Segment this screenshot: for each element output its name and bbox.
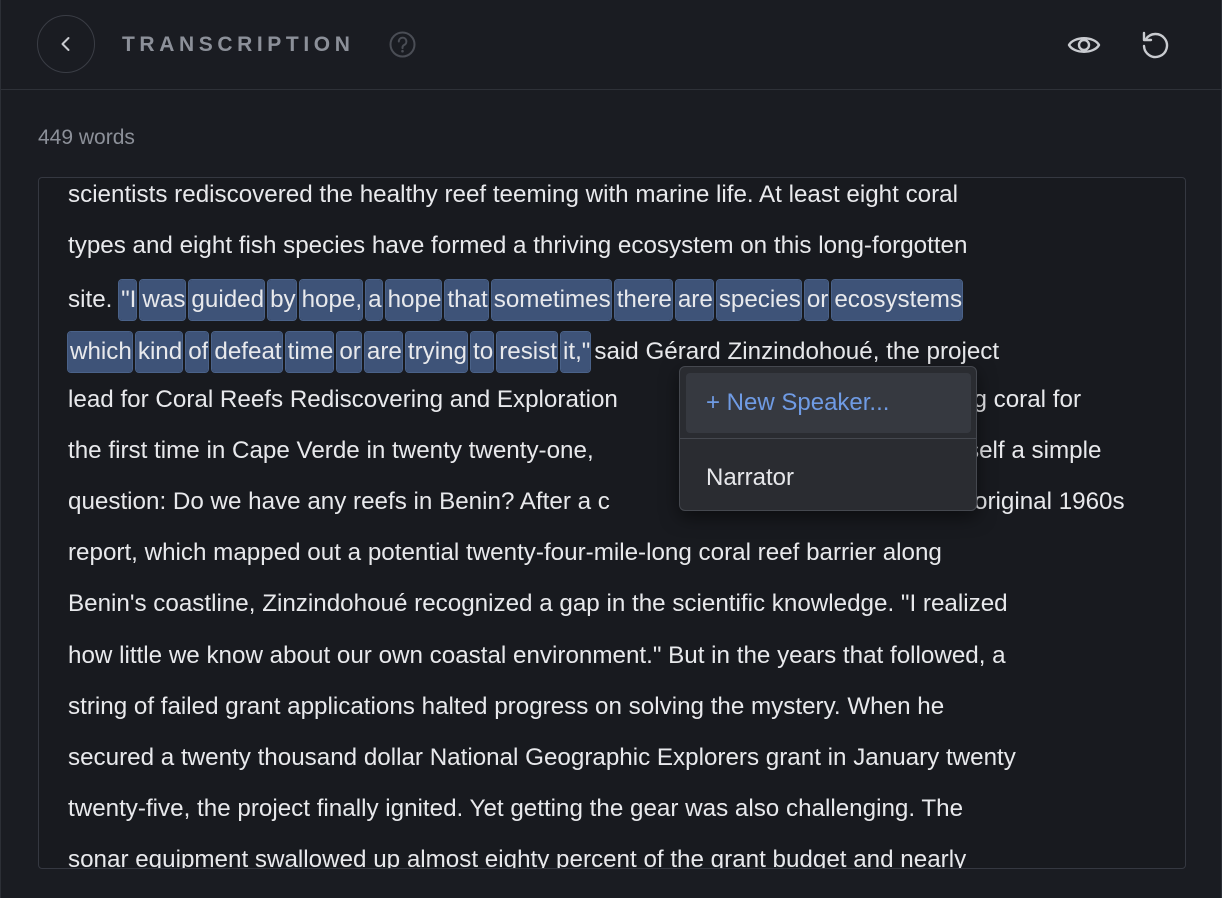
speaker-menu: + New Speaker... Narrator xyxy=(679,366,977,511)
text-fragment: the first time in Cape Verde in twenty t… xyxy=(68,437,594,464)
transcript-line: Benin's coastline, Zinzindohoué recogniz… xyxy=(68,590,1008,617)
selected-word[interactable]: are xyxy=(363,331,403,373)
selected-word[interactable]: kind xyxy=(134,331,184,373)
text-fragment: original 1960s xyxy=(974,488,1125,515)
selected-word[interactable]: or xyxy=(336,331,362,373)
selected-word[interactable]: ecosystems xyxy=(831,279,964,321)
help-icon[interactable] xyxy=(389,31,416,58)
transcript-line: secured a twenty thousand dollar Nationa… xyxy=(68,744,1016,771)
selected-word[interactable]: are xyxy=(674,279,714,321)
eye-icon[interactable] xyxy=(1066,30,1102,60)
selected-word[interactable]: hope xyxy=(384,279,443,321)
selected-word[interactable]: or xyxy=(803,279,830,321)
transcript-line: the first time in Cape Verde in twenty t… xyxy=(68,434,1101,485)
selected-text[interactable]: which kind of defeat time or are trying to resist… xyxy=(67,331,594,373)
transcript-line: string of failed grant applications halt… xyxy=(68,693,945,720)
text-fragment: question: Do we have any reefs in Benin?… xyxy=(68,488,610,515)
selected-word[interactable]: resist xyxy=(496,331,558,373)
selected-word[interactable]: it," xyxy=(559,331,592,373)
line-prefix: site. xyxy=(68,286,120,313)
selected-word[interactable]: "I xyxy=(118,279,138,321)
selected-word[interactable]: species xyxy=(715,279,802,321)
selected-word[interactable]: trying xyxy=(404,331,469,373)
reset-icon[interactable] xyxy=(1138,28,1172,62)
new-speaker-menu-item[interactable]: + New Speaker... xyxy=(686,373,971,433)
transcript-line: how little we know about our own coastal… xyxy=(68,642,1006,669)
selected-word[interactable]: of xyxy=(185,331,210,373)
selected-text[interactable]: "I was guided by hope, a hope that sometimes ther… xyxy=(118,279,966,321)
transcription-panel: TRANSCRIPTION 449 words scientists redis… xyxy=(0,0,1222,898)
selected-word[interactable]: there xyxy=(613,279,673,321)
text-fragment: lead for Coral Reefs Rediscovering and E… xyxy=(68,386,618,413)
word-count: 449 words xyxy=(38,126,135,149)
selected-word[interactable]: to xyxy=(469,331,495,373)
selected-word[interactable]: hope, xyxy=(298,279,364,321)
transcript-line: sonar equipment swallowed up almost eigh… xyxy=(68,846,967,869)
transcript-line: site. "I was guided by hope, a hope that sometim… xyxy=(68,279,966,331)
transcript-line: lead for Coral Reefs Rediscovering and E… xyxy=(68,383,1081,434)
selected-word[interactable]: which xyxy=(67,331,133,373)
selected-word[interactable]: defeat xyxy=(211,331,283,373)
transcript-line: types and eight fish species have formed… xyxy=(68,232,968,259)
selected-word[interactable]: time xyxy=(284,331,335,373)
transcript-line: scientists rediscovered the healthy reef… xyxy=(68,181,959,208)
page-title: TRANSCRIPTION xyxy=(122,33,355,56)
menu-divider xyxy=(680,438,976,439)
header: TRANSCRIPTION xyxy=(1,0,1222,90)
transcript-line: question: Do we have any reefs in Benin?… xyxy=(68,485,1125,536)
selected-word[interactable]: sometimes xyxy=(490,279,612,321)
selected-word[interactable]: that xyxy=(444,279,489,321)
chevron-left-icon xyxy=(61,37,70,51)
selected-word[interactable]: was xyxy=(139,279,187,321)
transcript-line: twenty-five, the project finally ignited… xyxy=(68,795,964,822)
speaker-option-narrator[interactable]: Narrator xyxy=(686,450,971,506)
transcript-editor[interactable]: scientists rediscovered the healthy reef… xyxy=(38,177,1186,869)
text-fragment: self a simple xyxy=(967,437,1102,464)
selected-word[interactable]: guided xyxy=(188,279,266,321)
line-suffix: said Gérard Zinzindohoué, the project xyxy=(594,338,1000,365)
selected-word[interactable]: a xyxy=(365,279,383,321)
transcript-line: report, which mapped out a potential twe… xyxy=(68,539,942,566)
selected-word[interactable]: by xyxy=(267,279,297,321)
back-button[interactable] xyxy=(37,15,95,73)
text-fragment: ng coral for xyxy=(960,386,1081,413)
